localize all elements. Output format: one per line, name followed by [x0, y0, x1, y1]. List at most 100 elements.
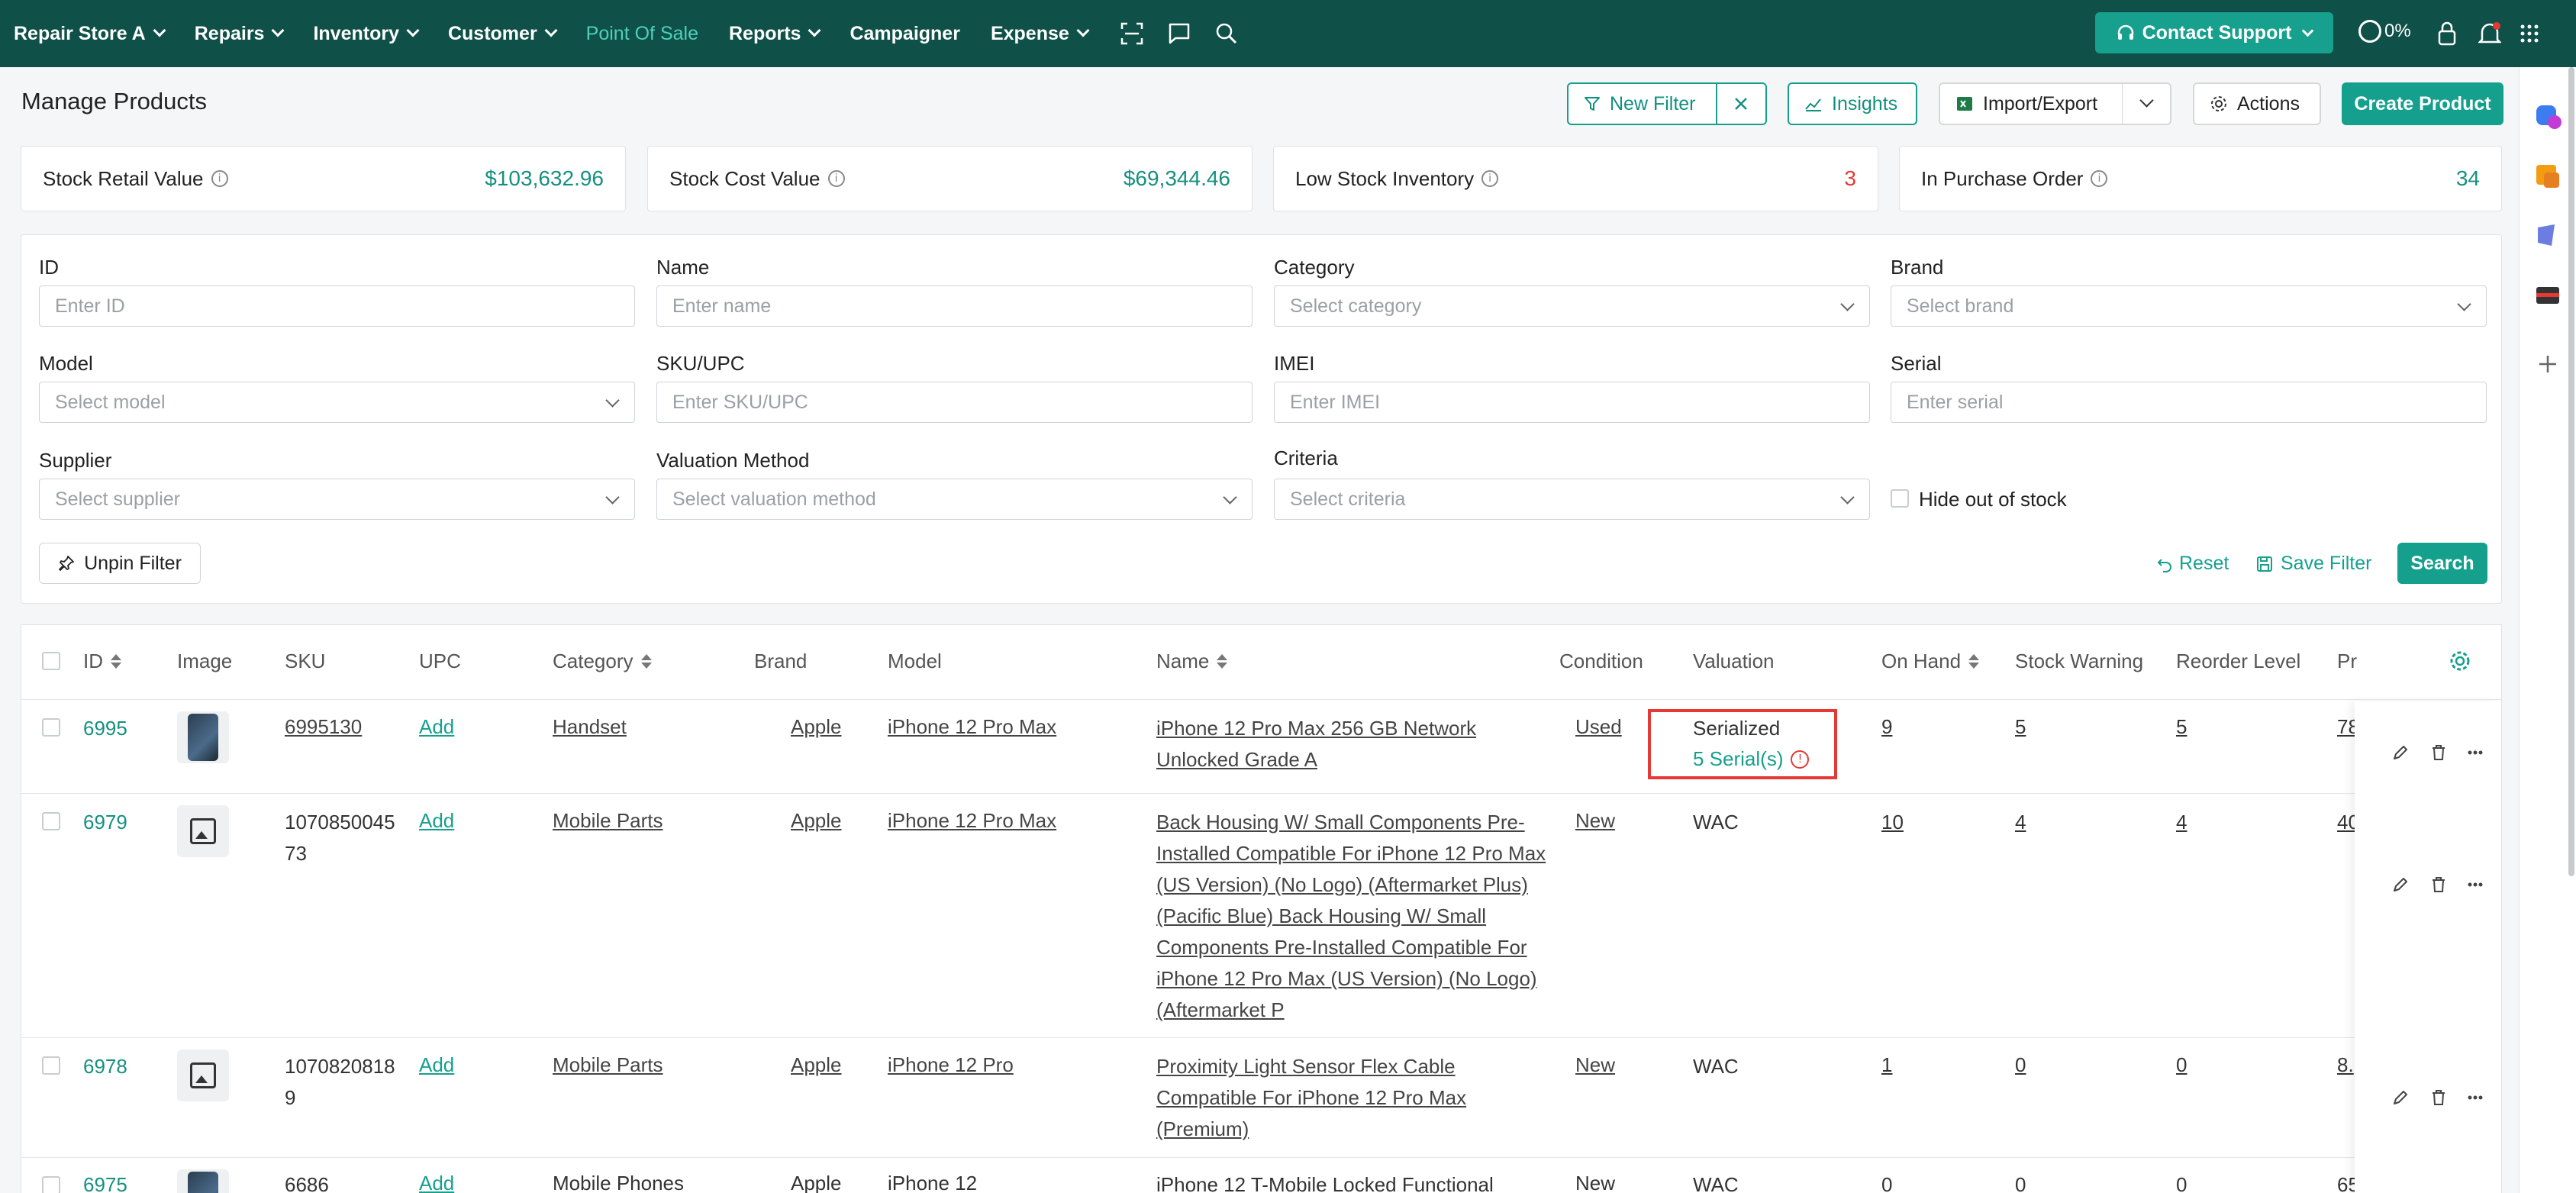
- nav-inventory[interactable]: Inventory: [313, 23, 420, 45]
- info-icon[interactable]: i: [2091, 170, 2108, 187]
- product-id-link[interactable]: 6975: [83, 1169, 127, 1193]
- sku-link[interactable]: 6995130: [285, 711, 362, 743]
- product-name-link[interactable]: iPhone 12 T-Mobile Locked Functional: [1156, 1169, 1494, 1193]
- column-header-name[interactable]: Name: [1156, 650, 1228, 673]
- row-checkbox[interactable]: [42, 1056, 60, 1075]
- product-name-link[interactable]: iPhone 12 Pro Max 256 GB Network Unlocke…: [1156, 713, 1476, 775]
- criteria-select[interactable]: Select criteria: [1274, 479, 1870, 520]
- extension-icon[interactable]: [2533, 221, 2562, 250]
- edit-icon[interactable]: [2390, 1087, 2411, 1108]
- extension-icon[interactable]: [2533, 102, 2562, 131]
- bell-icon[interactable]: [2474, 17, 2505, 50]
- serial-input[interactable]: Enter serial: [1891, 382, 2487, 423]
- model-link[interactable]: iPhone 12 Pro: [888, 1050, 1014, 1081]
- nav-customer[interactable]: Customer: [448, 23, 558, 45]
- insights-button[interactable]: Insights: [1788, 82, 1917, 125]
- model-link[interactable]: iPhone 12 Pro Max: [888, 711, 1056, 743]
- model-select[interactable]: Select model: [39, 382, 635, 423]
- search-button[interactable]: Search: [2397, 543, 2487, 584]
- add-upc-link[interactable]: Add: [419, 1168, 454, 1193]
- on-hand-link[interactable]: 9: [1881, 711, 1892, 743]
- save-filter-button[interactable]: Save Filter: [2256, 553, 2371, 575]
- nav-reports[interactable]: Reports: [729, 23, 821, 45]
- new-filter-button[interactable]: New Filter: [1567, 82, 1767, 125]
- chat-icon[interactable]: [1165, 20, 1193, 47]
- condition-link[interactable]: Used: [1575, 711, 1622, 743]
- nav-point-of-sale[interactable]: Point Of Sale: [586, 23, 698, 45]
- category-link[interactable]: Mobile Parts: [553, 1050, 663, 1081]
- product-id-link[interactable]: 6978: [83, 1051, 127, 1082]
- info-icon[interactable]: i: [1481, 170, 1499, 187]
- on-hand-link[interactable]: 10: [1881, 807, 1904, 838]
- name-input[interactable]: Enter name: [656, 285, 1253, 327]
- product-thumbnail[interactable]: [177, 1169, 229, 1193]
- product-id-link[interactable]: 6995: [83, 713, 127, 744]
- progress-indicator[interactable]: 0%: [2358, 20, 2411, 43]
- add-upc-link[interactable]: Add: [419, 805, 454, 837]
- condition-link[interactable]: New: [1575, 805, 1615, 837]
- product-name-link[interactable]: Back Housing W/ Small Components Pre- In…: [1156, 807, 1546, 1026]
- edit-icon[interactable]: [2390, 742, 2411, 763]
- delete-icon[interactable]: [2428, 874, 2449, 895]
- brand-link[interactable]: Apple: [791, 711, 842, 743]
- stat-card-purchase-order[interactable]: In Purchase Order i 34: [1899, 146, 2502, 211]
- extension-icon[interactable]: [2533, 162, 2562, 191]
- actions-button[interactable]: Actions: [2193, 82, 2321, 125]
- search-icon[interactable]: [1213, 20, 1240, 47]
- category-link[interactable]: Mobile Parts: [553, 805, 663, 837]
- column-header-category[interactable]: Category: [553, 650, 652, 673]
- lock-icon[interactable]: [2432, 17, 2462, 50]
- create-product-button[interactable]: Create Product: [2342, 82, 2503, 125]
- close-icon[interactable]: [1732, 95, 1750, 118]
- column-header-id[interactable]: ID: [83, 650, 121, 673]
- nav-campaigner[interactable]: Campaigner: [850, 23, 959, 45]
- hide-out-of-stock-checkbox[interactable]: [1891, 489, 1909, 508]
- nav-repairs[interactable]: Repairs: [195, 23, 285, 45]
- more-options-icon[interactable]: [2465, 1087, 2486, 1108]
- page-scrollbar[interactable]: [2568, 67, 2574, 876]
- product-name-link[interactable]: Proximity Light Sensor Flex Cable Compat…: [1156, 1051, 1466, 1145]
- category-link[interactable]: Handset: [553, 711, 627, 743]
- edit-icon[interactable]: [2390, 874, 2411, 895]
- reorder-level-link[interactable]: 5: [2176, 711, 2187, 743]
- unpin-filter-button[interactable]: Unpin Filter: [39, 543, 201, 584]
- add-upc-link[interactable]: Add: [419, 711, 454, 743]
- id-input[interactable]: Enter ID: [39, 285, 635, 327]
- nav-store-selector[interactable]: Repair Store A: [14, 23, 166, 45]
- column-settings-gear-icon[interactable]: [2449, 650, 2471, 676]
- info-icon[interactable]: i: [211, 170, 228, 187]
- delete-icon[interactable]: [2428, 742, 2449, 763]
- scan-icon[interactable]: [1118, 20, 1146, 47]
- condition-link[interactable]: New: [1575, 1050, 1615, 1081]
- apps-grid-icon[interactable]: [2514, 17, 2545, 50]
- sku-upc-input[interactable]: Enter SKU/UPC: [656, 382, 1253, 423]
- info-icon[interactable]: i: [827, 170, 845, 187]
- contact-support-button[interactable]: Contact Support: [2095, 12, 2333, 53]
- supplier-select[interactable]: Select supplier: [39, 479, 635, 520]
- add-icon[interactable]: [2533, 350, 2562, 379]
- brand-select[interactable]: Select brand: [1891, 285, 2487, 327]
- stock-warning-link[interactable]: 0: [2015, 1050, 2026, 1081]
- row-checkbox[interactable]: [42, 812, 60, 830]
- model-link[interactable]: iPhone 12 Pro Max: [888, 805, 1056, 837]
- add-upc-link[interactable]: Add: [419, 1050, 454, 1081]
- import-export-button[interactable]: Import/Export: [1939, 82, 2171, 125]
- nav-expense[interactable]: Expense: [991, 23, 1090, 45]
- select-all-checkbox[interactable]: [42, 652, 60, 670]
- stat-card-low-stock[interactable]: Low Stock Inventory i 3: [1273, 146, 1878, 211]
- more-options-icon[interactable]: [2465, 874, 2486, 895]
- imei-input[interactable]: Enter IMEI: [1274, 382, 1870, 423]
- valuation-method-select[interactable]: Select valuation method: [656, 479, 1253, 520]
- row-checkbox[interactable]: [42, 718, 60, 737]
- delete-icon[interactable]: [2428, 1087, 2449, 1108]
- extension-icon[interactable]: [2533, 281, 2562, 310]
- brand-link[interactable]: Apple: [791, 1050, 842, 1081]
- category-select[interactable]: Select category: [1274, 285, 1870, 327]
- product-thumbnail[interactable]: [177, 805, 229, 857]
- product-thumbnail[interactable]: [177, 1050, 229, 1101]
- reorder-level-link[interactable]: 4: [2176, 807, 2187, 838]
- stock-warning-link[interactable]: 4: [2015, 807, 2026, 838]
- column-header-on-hand[interactable]: On Hand: [1881, 650, 1980, 673]
- chevron-down-icon[interactable]: [2139, 93, 2154, 108]
- reset-button[interactable]: Reset: [2156, 553, 2229, 575]
